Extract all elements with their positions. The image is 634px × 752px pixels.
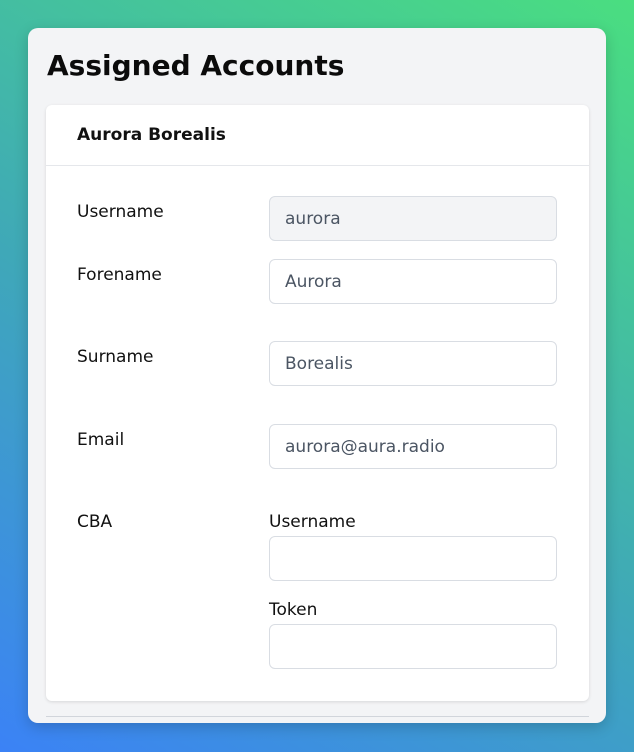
username-label: Username xyxy=(77,202,164,222)
account-name: Aurora Borealis xyxy=(77,125,226,145)
divider xyxy=(46,716,589,717)
account-card: Aurora Borealis Username Forename Surnam… xyxy=(46,105,589,701)
page-title: Assigned Accounts xyxy=(47,49,345,82)
account-card-header: Aurora Borealis xyxy=(46,105,589,166)
email-field[interactable] xyxy=(269,424,557,469)
surname-field[interactable] xyxy=(269,341,557,386)
username-field[interactable] xyxy=(269,196,557,241)
forename-label: Forename xyxy=(77,265,162,285)
surname-label: Surname xyxy=(77,347,154,367)
cba-token-label: Token xyxy=(269,600,318,620)
email-label: Email xyxy=(77,430,125,450)
cba-token-field[interactable] xyxy=(269,624,557,669)
assigned-accounts-panel: Assigned Accounts Aurora Borealis Userna… xyxy=(28,28,606,723)
cba-username-label: Username xyxy=(269,512,356,532)
forename-field[interactable] xyxy=(269,259,557,304)
cba-username-field[interactable] xyxy=(269,536,557,581)
cba-label: CBA xyxy=(77,512,113,532)
